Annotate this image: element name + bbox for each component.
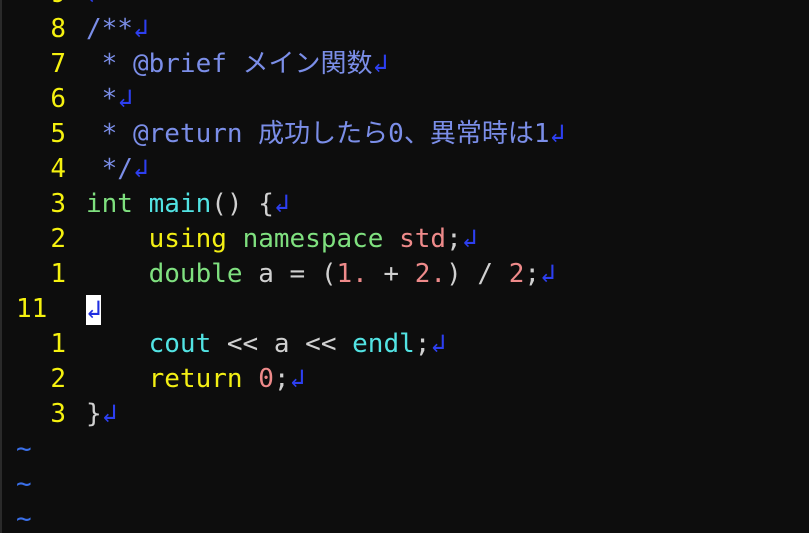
code-line[interactable]: 5 * @return 成功したら0、異常時は1↲: [0, 117, 809, 152]
line-number: 6: [50, 84, 66, 114]
line-code[interactable]: /**↲: [86, 12, 149, 47]
eol-marker: ↲: [101, 399, 118, 429]
empty-buffer-line: ~: [0, 467, 809, 502]
eol-marker: ↲: [132, 154, 149, 184]
eol-marker: ↲: [549, 119, 566, 149]
line-code[interactable]: * @brief メイン関数↲: [86, 47, 389, 82]
line-number: 3: [50, 189, 66, 219]
line-number: 4: [50, 154, 66, 184]
line-code[interactable]: using namespace std;↲: [86, 222, 478, 257]
tilde-marker: ~: [16, 504, 32, 533]
code-token: 0: [258, 364, 274, 394]
code-token: * @return 成功したら0、異常時は1: [86, 119, 550, 149]
tilde-marker: ~: [16, 469, 32, 499]
code-token: +: [367, 259, 415, 289]
eol-marker: ↲: [273, 189, 290, 219]
line-number: 2: [50, 364, 66, 394]
code-token: std: [399, 224, 447, 254]
eol-marker: ↲: [117, 84, 133, 114]
code-line[interactable]: 3}↲: [0, 397, 809, 432]
code-line[interactable]: 6 *↲: [0, 82, 809, 117]
code-token: 2.: [414, 259, 447, 289]
line-number: 5: [50, 119, 66, 149]
line-code[interactable]: ↲: [86, 292, 102, 327]
code-token: return: [148, 364, 243, 394]
code-token: endl: [352, 329, 415, 359]
empty-buffer-line: ~: [0, 502, 809, 533]
line-code[interactable]: cout << a << endl;↲: [86, 327, 446, 362]
eol-marker: ↲: [430, 329, 447, 359]
code-token: << a <<: [211, 329, 353, 359]
code-token: 1.: [336, 259, 368, 289]
code-line[interactable]: 2 using namespace std;↲: [0, 222, 809, 257]
line-number: 7: [50, 49, 66, 79]
code-line[interactable]: 7 * @brief メイン関数↲: [0, 47, 809, 82]
code-line[interactable]: 2 return 0;↲: [0, 362, 809, 397]
current-code-line[interactable]: 11 ↲: [0, 292, 809, 327]
code-token: double: [148, 259, 243, 289]
editor-lines[interactable]: 9↲8/**↲7 * @brief メイン関数↲6 *↲5 * @return …: [0, 0, 809, 533]
code-token: ;: [446, 224, 462, 254]
code-token: ;: [414, 329, 431, 359]
code-line[interactable]: 9↲: [0, 0, 809, 12]
eol-marker: ↲: [132, 14, 149, 44]
code-token: namespace: [242, 224, 384, 254]
line-code[interactable]: int main() {↲: [86, 187, 290, 222]
code-token: *: [86, 84, 118, 114]
eol-marker: ↲: [540, 259, 556, 289]
code-editor[interactable]: 9↲8/**↲7 * @brief メイン関数↲6 *↲5 * @return …: [0, 0, 809, 533]
line-number: 3: [50, 399, 66, 429]
code-token: ;: [524, 259, 540, 289]
line-code[interactable]: ↲: [86, 0, 102, 12]
code-line[interactable]: 3 int main() {↲: [0, 187, 809, 222]
code-line[interactable]: 8 /**↲: [0, 12, 809, 47]
code-line[interactable]: 1 double a = (1. + 2.) / 2;↲: [0, 257, 809, 292]
line-number: 2: [50, 224, 66, 254]
line-code[interactable]: *↲: [86, 82, 133, 117]
code-token: */: [86, 154, 133, 184]
eol-marker: ↲: [86, 0, 102, 9]
empty-buffer-line: ~: [0, 432, 809, 467]
code-token: ;: [273, 364, 290, 394]
text-cursor: ↲: [86, 294, 102, 325]
code-token: 2: [508, 259, 525, 289]
line-number: 9: [0, 0, 66, 12]
line-code[interactable]: }↲: [86, 397, 117, 432]
line-code[interactable]: double a = (1. + 2.) / 2;↲: [86, 257, 556, 292]
line-code[interactable]: return 0;↲: [86, 362, 306, 397]
eol-marker: ↲: [372, 49, 389, 79]
line-number: 1: [50, 329, 66, 359]
eol-marker: ↲: [289, 364, 306, 394]
line-number: 8: [50, 14, 66, 44]
code-token: ) /: [446, 259, 509, 289]
code-token: a = (: [242, 259, 337, 289]
code-token: }: [86, 399, 102, 429]
code-token: main: [148, 189, 212, 219]
code-line[interactable]: 4 */↲: [0, 152, 809, 187]
eol-marker: ↲: [461, 224, 478, 254]
tilde-marker: ~: [16, 434, 32, 464]
code-token: * @brief メイン関数: [86, 49, 373, 79]
code-token: cout: [148, 329, 212, 359]
line-code[interactable]: * @return 成功したら0、異常時は1↲: [86, 117, 566, 152]
code-token: () {: [211, 189, 274, 219]
code-line[interactable]: 1 cout << a << endl;↲: [0, 327, 809, 362]
line-number: 1: [50, 259, 66, 289]
code-token: /**: [86, 14, 133, 44]
code-token: int: [86, 189, 133, 219]
current-line-number: 11: [16, 294, 48, 324]
line-code[interactable]: */↲: [86, 152, 149, 187]
code-token: using: [148, 224, 227, 254]
